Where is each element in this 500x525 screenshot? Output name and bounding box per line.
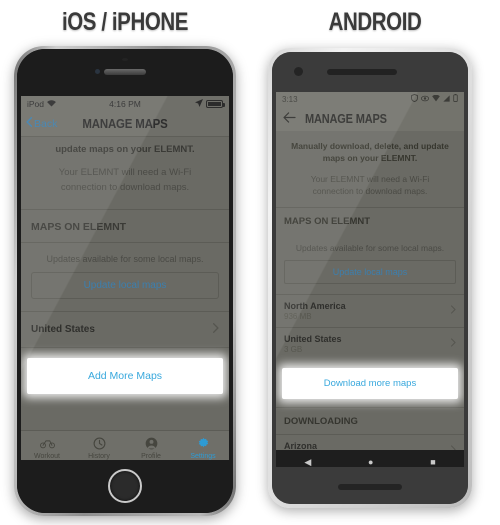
ios-updates-available-text: Updates available for some local maps.: [46, 254, 204, 264]
earpiece-speaker-icon: [104, 69, 146, 75]
ios-section-header-maps: MAPS ON ELEMNT: [21, 209, 229, 243]
ios-content: update maps on your ELEMNT. Your ELEMNT …: [21, 137, 229, 394]
android-map-row-united-states[interactable]: United States 3 GB: [276, 327, 464, 360]
front-camera-icon: [95, 69, 100, 74]
tab-workout[interactable]: Workout: [21, 437, 73, 460]
android-update-local-maps-button[interactable]: Update local maps: [284, 260, 456, 284]
android-screen: 3:13 MANAGE MAPS Manually download, dele…: [276, 92, 464, 475]
android-top-bezel: [272, 52, 468, 92]
android-map-row-label: United States: [284, 334, 342, 344]
ios-nav-bar: Back MANAGE MAPS: [21, 111, 229, 137]
android-section-header-downloading: DOWNLOADING: [276, 407, 464, 434]
signal-icon: [443, 94, 450, 104]
ios-add-more-maps-button[interactable]: Add More Maps: [27, 358, 223, 394]
eye-icon: [421, 95, 429, 104]
ios-page-title: MANAGE MAPS: [82, 116, 168, 131]
android-map-row-north-america[interactable]: North America 936 MB: [276, 294, 464, 327]
tab-history-label: History: [88, 453, 110, 460]
android-bottom-bezel: [272, 467, 468, 504]
android-page-title: MANAGE MAPS: [305, 111, 387, 126]
tab-settings-label: Settings: [190, 453, 216, 460]
chevron-right-icon: [212, 323, 219, 336]
android-app-bar: MANAGE MAPS: [276, 106, 464, 131]
ios-map-row-label: United States: [31, 324, 95, 335]
ios-intro-bold-text: update maps on your ELEMNT.: [55, 144, 195, 155]
shield-icon: [411, 93, 418, 104]
person-icon: [125, 437, 177, 452]
status-time: 3:13: [282, 94, 298, 104]
battery-icon: [453, 94, 458, 104]
iphone-top-bezel: [17, 49, 233, 96]
tab-workout-label: Workout: [34, 453, 60, 460]
ios-status-bar: iPod 4:16 PM: [21, 96, 229, 111]
back-triangle-icon[interactable]: ◀: [304, 458, 311, 467]
android-device-frame: 3:13 MANAGE MAPS Manually download, dele…: [268, 48, 472, 508]
earpiece-speaker-icon: [327, 69, 397, 75]
home-circle-icon[interactable]: ●: [368, 458, 373, 467]
android-updates-available-text: Updates available for some local maps.: [295, 243, 445, 253]
tab-profile-label: Profile: [141, 453, 161, 460]
android-download-more-maps-button[interactable]: Download more maps: [282, 368, 458, 399]
bike-icon: [21, 437, 73, 452]
home-button[interactable]: [108, 469, 142, 503]
chevron-right-icon: [451, 305, 456, 317]
gear-icon: [177, 437, 229, 452]
iphone-screen: iPod 4:16 PM Back MANAGE MAPS update map…: [21, 96, 229, 466]
ios-intro-text: Your ELEMNT will need a Wi-Fi connection…: [58, 167, 192, 193]
android-content: Manually download, delete, and update ma…: [276, 131, 464, 467]
android-map-row-label: North America: [284, 301, 346, 311]
chevron-left-icon: [26, 117, 33, 130]
ios-update-local-maps-button[interactable]: Update local maps: [31, 272, 219, 299]
iphone-bottom-bezel: [17, 460, 233, 513]
clock-icon: [73, 437, 125, 452]
front-camera-icon: [294, 67, 303, 76]
android-section-header-maps: MAPS ON ELEMNT: [276, 207, 464, 234]
status-time: 4:16 PM: [109, 98, 141, 109]
recents-square-icon[interactable]: ■: [430, 458, 435, 467]
android-map-row-size: 936 MB: [284, 312, 312, 321]
iphone-device-frame: iPod 4:16 PM Back MANAGE MAPS update map…: [14, 46, 236, 516]
comparison-screenshot: iOS / iPHONE ANDROID iPod 4:16 PM Back M…: [0, 0, 500, 525]
android-intro-bold-text: Manually download, delete, and update ma…: [291, 141, 449, 163]
arrow-left-icon[interactable]: [283, 111, 296, 126]
bottom-speaker-icon: [338, 484, 402, 490]
ios-column-heading: iOS / iPHONE: [61, 8, 189, 36]
tab-profile[interactable]: Profile: [125, 437, 177, 460]
android-map-row-size: 3 GB: [284, 345, 303, 354]
android-column-heading: ANDROID: [328, 8, 422, 36]
proximity-sensor-icon: [122, 58, 128, 61]
wifi-icon: [432, 94, 440, 104]
tab-history[interactable]: History: [73, 437, 125, 460]
android-intro-text: Your ELEMNT will need a Wi-Fi connection…: [310, 174, 430, 196]
android-status-bar: 3:13: [276, 92, 464, 106]
tab-settings[interactable]: Settings: [177, 437, 229, 460]
chevron-right-icon: [451, 338, 456, 350]
ios-map-row-united-states[interactable]: United States: [21, 311, 229, 348]
battery-icon: [206, 99, 225, 108]
